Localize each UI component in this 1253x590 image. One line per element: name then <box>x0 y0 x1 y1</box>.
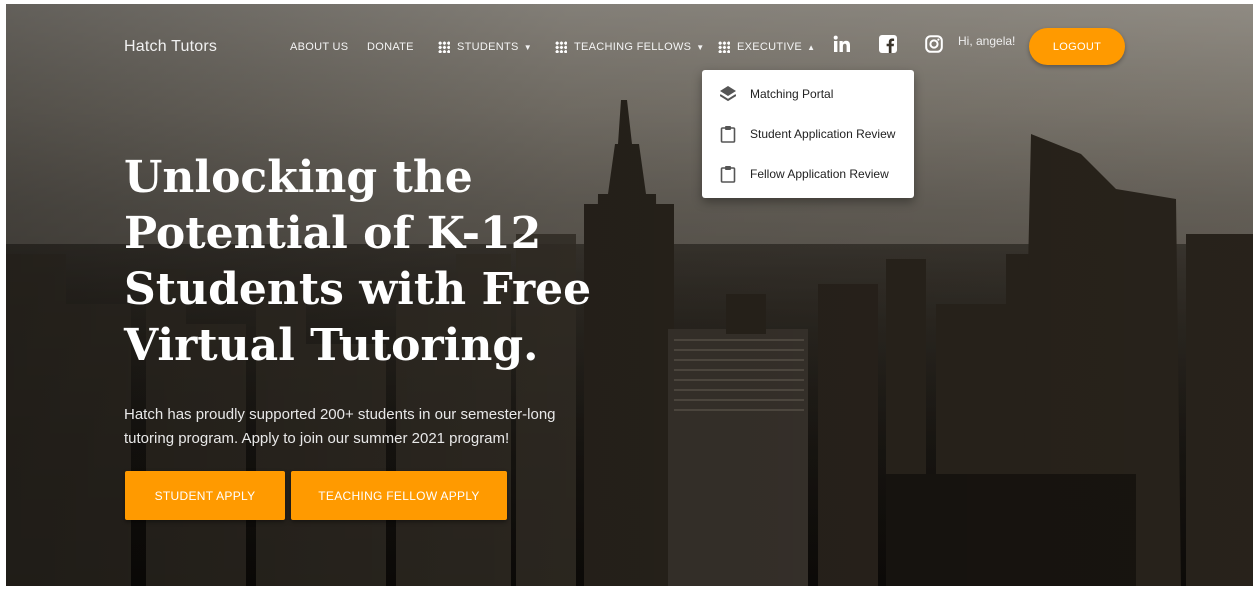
teaching-fellow-apply-button[interactable]: TEACHING FELLOW APPLY <box>291 471 507 520</box>
facebook-icon[interactable] <box>879 35 897 58</box>
nav-teaching-fellows-label: TEACHING FELLOWS <box>574 41 692 53</box>
nav-students-label: STUDENTS <box>457 41 519 53</box>
top-navbar: Hatch Tutors ABOUT US DONATE STUDENTS ▼ … <box>0 0 1253 92</box>
user-greeting: Hi, angela! <box>958 34 1016 48</box>
apps-grid-icon <box>718 41 730 53</box>
hero-headline: Unlocking the Potential of K-12 Students… <box>124 152 592 371</box>
linkedin-icon[interactable] <box>833 35 851 58</box>
brand-link[interactable]: Hatch Tutors <box>124 38 217 56</box>
clipboard-icon <box>720 126 736 143</box>
apps-grid-icon <box>555 41 567 53</box>
menu-item-matching-portal[interactable]: Matching Portal <box>702 76 914 112</box>
menu-item-student-application-review[interactable]: Student Application Review <box>702 116 914 152</box>
nav-about-us[interactable]: ABOUT US <box>290 41 348 53</box>
student-apply-button[interactable]: STUDENT APPLY <box>125 471 285 520</box>
nav-about-label: ABOUT US <box>290 41 349 53</box>
nav-donate[interactable]: DONATE <box>367 41 414 53</box>
nav-students-dropdown[interactable]: STUDENTS ▼ <box>438 41 532 53</box>
nav-teaching-fellows-dropdown[interactable]: TEACHING FELLOWS ▼ <box>555 41 704 53</box>
executive-dropdown-menu: Matching Portal Student Application Revi… <box>702 70 914 198</box>
nav-executive-dropdown[interactable]: EXECUTIVE ▲ <box>718 41 815 53</box>
menu-item-label: Matching Portal <box>750 87 834 101</box>
logout-button[interactable]: LOGOUT <box>1029 28 1125 65</box>
caret-down-icon: ▼ <box>523 42 532 52</box>
menu-item-fellow-application-review[interactable]: Fellow Application Review <box>702 156 914 192</box>
apps-grid-icon <box>438 41 450 53</box>
caret-down-icon: ▼ <box>696 42 705 52</box>
nav-donate-label: DONATE <box>367 41 414 53</box>
hero-subtext: Hatch has proudly supported 200+ student… <box>124 406 556 447</box>
menu-item-label: Fellow Application Review <box>750 167 889 181</box>
nav-executive-label: EXECUTIVE <box>737 41 803 53</box>
clipboard-icon <box>720 166 736 183</box>
layers-icon <box>720 86 736 102</box>
instagram-icon[interactable] <box>925 35 943 58</box>
menu-item-label: Student Application Review <box>750 127 896 141</box>
caret-up-icon: ▲ <box>807 42 816 52</box>
